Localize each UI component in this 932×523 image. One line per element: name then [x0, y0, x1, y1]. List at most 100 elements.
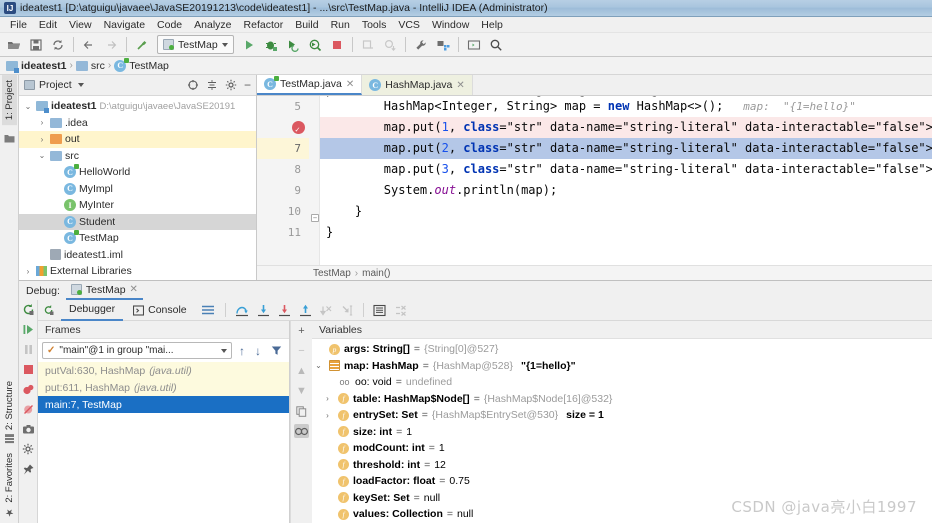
gear-icon[interactable] [225, 79, 237, 91]
stop-icon[interactable] [22, 363, 35, 376]
tree-node--idea[interactable]: › .idea [19, 115, 256, 132]
tree-node-ideatest1-iml[interactable]: ideatest1.iml [19, 247, 256, 264]
frame-row[interactable]: main:7, TestMap [38, 396, 289, 413]
thread-selector[interactable]: ✓ "main"@1 in group "mai... [42, 342, 232, 359]
step-over-icon[interactable] [232, 304, 252, 317]
project-panel-title[interactable]: Project [24, 79, 182, 91]
chevron-right-icon[interactable]: › [37, 135, 47, 144]
variable-row[interactable]: oo oo: void = undefined [312, 374, 932, 391]
line-number-9[interactable]: 9 [257, 180, 309, 201]
force-step-into-icon[interactable] [275, 304, 294, 317]
variable-row[interactable]: f keySet: Set = null [312, 490, 932, 507]
variables-list[interactable]: p args: String[] = {String[0]@527} ⌄ map: Has… [312, 339, 932, 523]
code-line-11[interactable]: } [320, 222, 932, 243]
up-arrow-icon[interactable]: ↑ [236, 344, 248, 358]
chevron-right-icon[interactable]: › [321, 394, 334, 403]
chevron-down-icon[interactable]: ⌄ [312, 361, 325, 370]
tree-node-student[interactable]: C Student [19, 213, 256, 230]
chevron-down-icon[interactable]: ⌄ [23, 102, 33, 111]
status-method[interactable]: main() [362, 268, 390, 279]
menu-view[interactable]: View [63, 19, 98, 31]
evaluate-expression-icon[interactable] [370, 304, 389, 317]
run-coverage-icon[interactable] [283, 35, 303, 55]
sidebar-item-favorites[interactable]: ★ 2: Favorites [2, 448, 17, 523]
chevron-right-icon[interactable]: › [23, 267, 33, 276]
line-number-11[interactable]: 11 [257, 222, 309, 243]
menu-refactor[interactable]: Refactor [238, 19, 290, 31]
tab-debugger[interactable]: Debugger [61, 300, 124, 321]
stop-icon[interactable] [327, 35, 347, 55]
tree-node-external-libraries[interactable]: › External Libraries [19, 263, 256, 280]
run-configuration-selector[interactable]: TestMap [157, 35, 234, 54]
layout-settings-icon[interactable] [201, 304, 215, 316]
plus-icon[interactable]: + [294, 324, 309, 338]
copy-icon[interactable] [294, 404, 309, 418]
fold-marker-icon[interactable]: − [311, 214, 319, 222]
screenshot-icon[interactable] [22, 423, 35, 436]
tree-node-testmap[interactable]: C TestMap [19, 230, 256, 247]
status-class[interactable]: TestMap [313, 268, 351, 279]
code-line-7[interactable]: map.put(2, class="str" data-name="string… [320, 138, 932, 159]
run-icon[interactable] [239, 35, 259, 55]
sidebar-item-structure[interactable]: 2: Structure [2, 376, 17, 448]
pin-icon[interactable] [22, 463, 35, 476]
variable-row[interactable]: f modCount: int = 1 [312, 440, 932, 457]
chevron-right-icon[interactable]: › [37, 118, 47, 127]
project-structure-icon[interactable] [433, 35, 453, 55]
save-all-icon[interactable] [26, 35, 46, 55]
tree-node-myimpl[interactable]: C MyImpl [19, 181, 256, 198]
sync-icon[interactable] [48, 35, 68, 55]
code-line-10[interactable]: } [320, 201, 932, 222]
frame-row[interactable]: putVal:630, HashMap (java.util) [38, 362, 289, 379]
step-out-icon[interactable] [296, 304, 315, 317]
close-icon[interactable]: ✕ [456, 80, 464, 91]
breakpoint-icon[interactable] [292, 119, 305, 140]
settings-icon[interactable] [22, 443, 35, 456]
restore-layout-icon[interactable] [42, 303, 56, 317]
variable-row[interactable]: › f table: HashMap$Node[] = {HashMap$Node[16… [312, 391, 932, 408]
tab-console[interactable]: Console [125, 300, 195, 321]
editor-fold-column[interactable]: − [309, 96, 320, 265]
variable-row[interactable]: f values: Collection = null [312, 506, 932, 523]
open-folder-icon[interactable] [4, 35, 24, 55]
variable-row[interactable]: f size: int = 1 [312, 424, 932, 441]
line-number-8[interactable]: 8 [257, 159, 309, 180]
menu-code[interactable]: Code [151, 19, 188, 31]
breadcrumb-module[interactable]: ideatest1 [6, 60, 67, 73]
code-lines[interactable]: public static void main(String[] args) {… [320, 96, 932, 265]
line-number-7[interactable]: 7 [257, 138, 309, 159]
chevron-down-icon[interactable]: ⌄ [37, 151, 47, 160]
debug-session-tab[interactable]: TestMap ✕ [65, 281, 143, 300]
tree-node-ideatest1[interactable]: ⌄ ideatest1 D:\atguigu\javaee\JavaSE20191 [19, 98, 256, 115]
menu-navigate[interactable]: Navigate [98, 19, 151, 31]
variable-row[interactable]: f threshold: int = 12 [312, 457, 932, 474]
breadcrumb-src[interactable]: src [75, 60, 105, 72]
line-number-6[interactable]: 6 [257, 117, 309, 140]
menu-window[interactable]: Window [426, 19, 475, 31]
collapse-all-icon[interactable] [206, 79, 218, 91]
code-line-8[interactable]: map.put(3, class="str" data-name="string… [320, 159, 932, 180]
tree-node-src[interactable]: ⌄ src [19, 148, 256, 165]
menu-file[interactable]: File [4, 19, 33, 31]
minimize-icon[interactable]: − [244, 79, 251, 91]
code-editor[interactable]: 567891011 − public static void main(Stri… [257, 96, 932, 265]
profile-icon[interactable] [305, 35, 325, 55]
tab-testmap-java[interactable]: C TestMap.java ✕ [257, 75, 363, 95]
menu-vcs[interactable]: VCS [392, 19, 426, 31]
close-icon[interactable]: ✕ [130, 284, 138, 295]
breadcrumb-class[interactable]: C TestMap [114, 57, 169, 72]
settings-wrench-icon[interactable] [411, 35, 431, 55]
tree-node-helloworld[interactable]: C HelloWorld [19, 164, 256, 181]
code-line-9[interactable]: System.out.println(map); [320, 180, 932, 201]
sidebar-item-project[interactable]: 1: Project [1, 75, 17, 126]
menu-run[interactable]: Run [325, 19, 356, 31]
variable-row[interactable]: ⌄ map: HashMap = {HashMap@528} "{1=hello}" [312, 358, 932, 375]
line-number-5[interactable]: 5 [257, 96, 309, 117]
mute-breakpoints-icon[interactable] [22, 403, 35, 416]
frames-list[interactable]: putVal:630, HashMap (java.util) put:611, H… [38, 362, 289, 413]
rerun-icon[interactable] [22, 303, 35, 316]
tab-hashmap-java[interactable]: C HashMap.java ✕ [362, 75, 473, 95]
chevron-right-icon[interactable]: › [321, 411, 334, 420]
variable-row[interactable]: p args: String[] = {String[0]@527} [312, 341, 932, 358]
variable-row[interactable]: › f entrySet: Set = {HashMap$EntrySet@530} si… [312, 407, 932, 424]
